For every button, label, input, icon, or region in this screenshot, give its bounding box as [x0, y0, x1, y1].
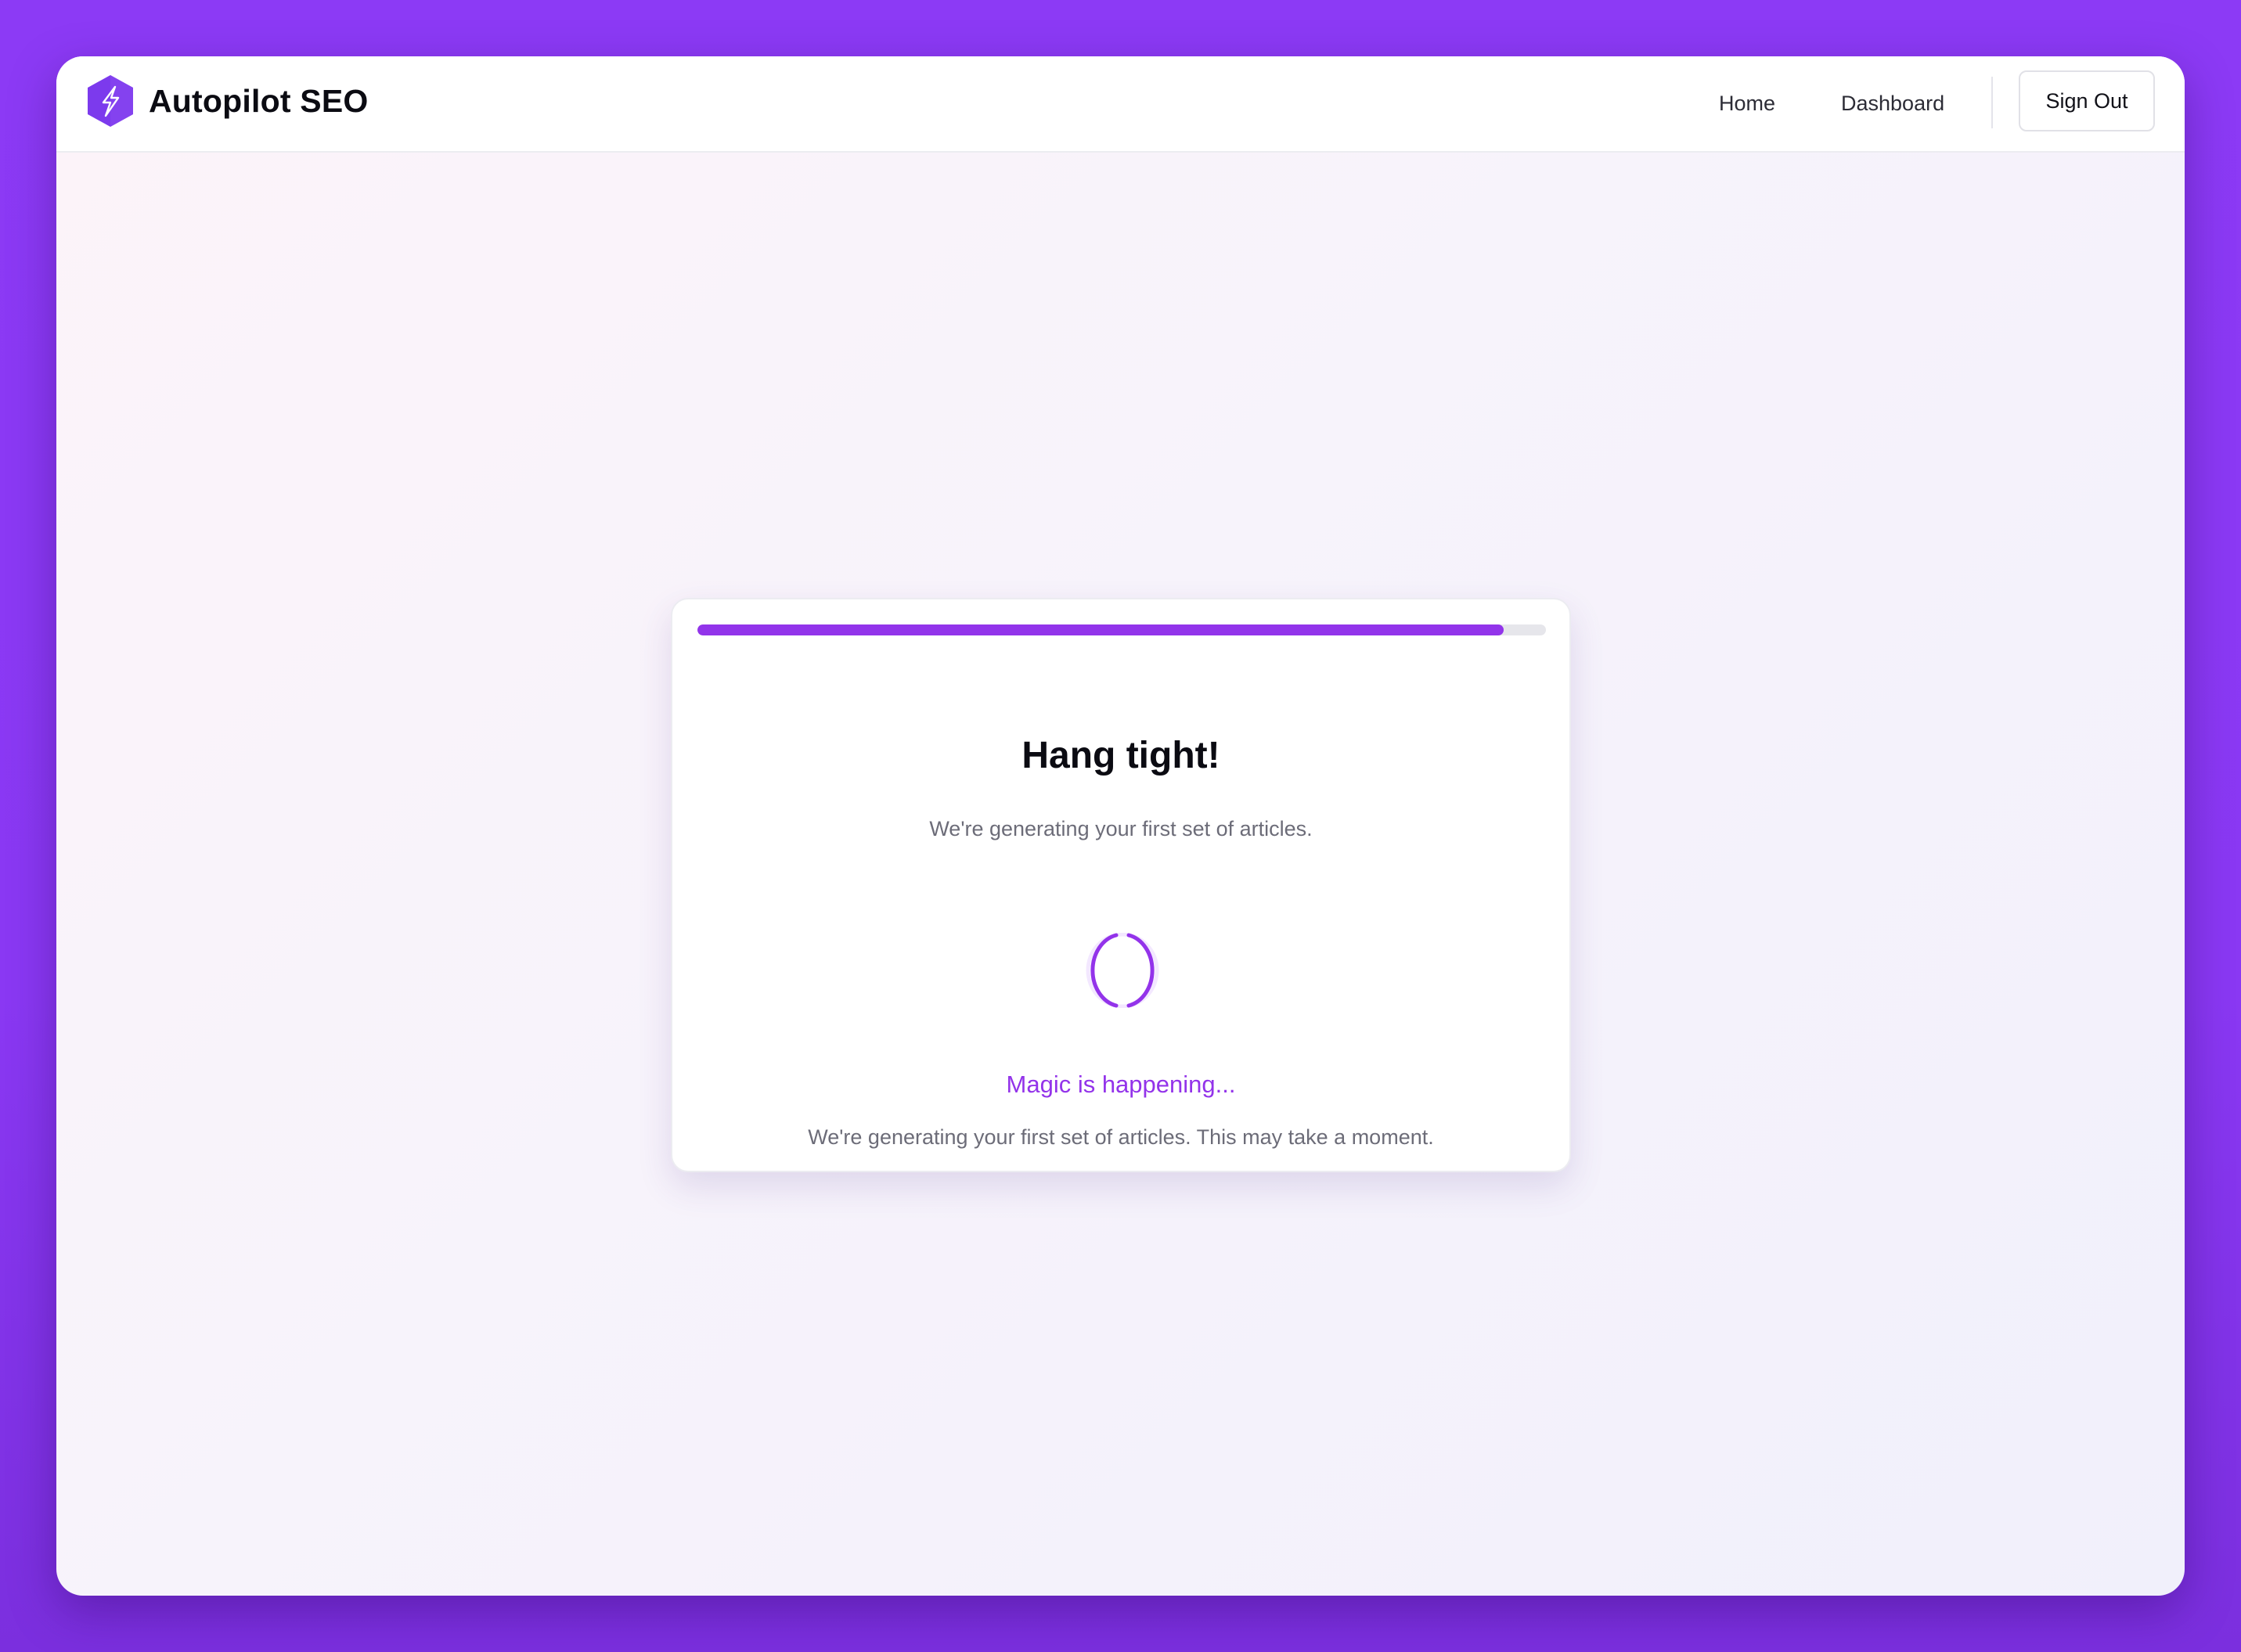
nav-link-home[interactable]: Home [1719, 56, 1775, 151]
app-window: Autopilot SEO Home Dashboard Sign Out Ha… [56, 56, 2185, 1596]
lightning-hexagon-icon [88, 75, 133, 127]
sign-out-button[interactable]: Sign Out [2019, 70, 2155, 131]
brand[interactable]: Autopilot SEO [85, 74, 368, 128]
card-title: Hang tight! [1021, 735, 1220, 776]
card-subtitle: We're generating your first set of artic… [929, 817, 1313, 840]
top-navbar: Autopilot SEO Home Dashboard Sign Out [56, 56, 2185, 153]
status-detail: We're generating your first set of artic… [808, 1125, 1434, 1149]
loading-spinner-icon [1086, 933, 1159, 1008]
nav-divider [1991, 77, 1993, 128]
progress-bar [697, 624, 1546, 635]
brand-name: Autopilot SEO [149, 82, 369, 119]
generation-status-card: Hang tight! We're generating your first … [671, 598, 1571, 1172]
status-text: Magic is happening... [1006, 1071, 1236, 1098]
progress-bar-fill [697, 624, 1504, 635]
nav-link-dashboard[interactable]: Dashboard [1841, 56, 1944, 151]
